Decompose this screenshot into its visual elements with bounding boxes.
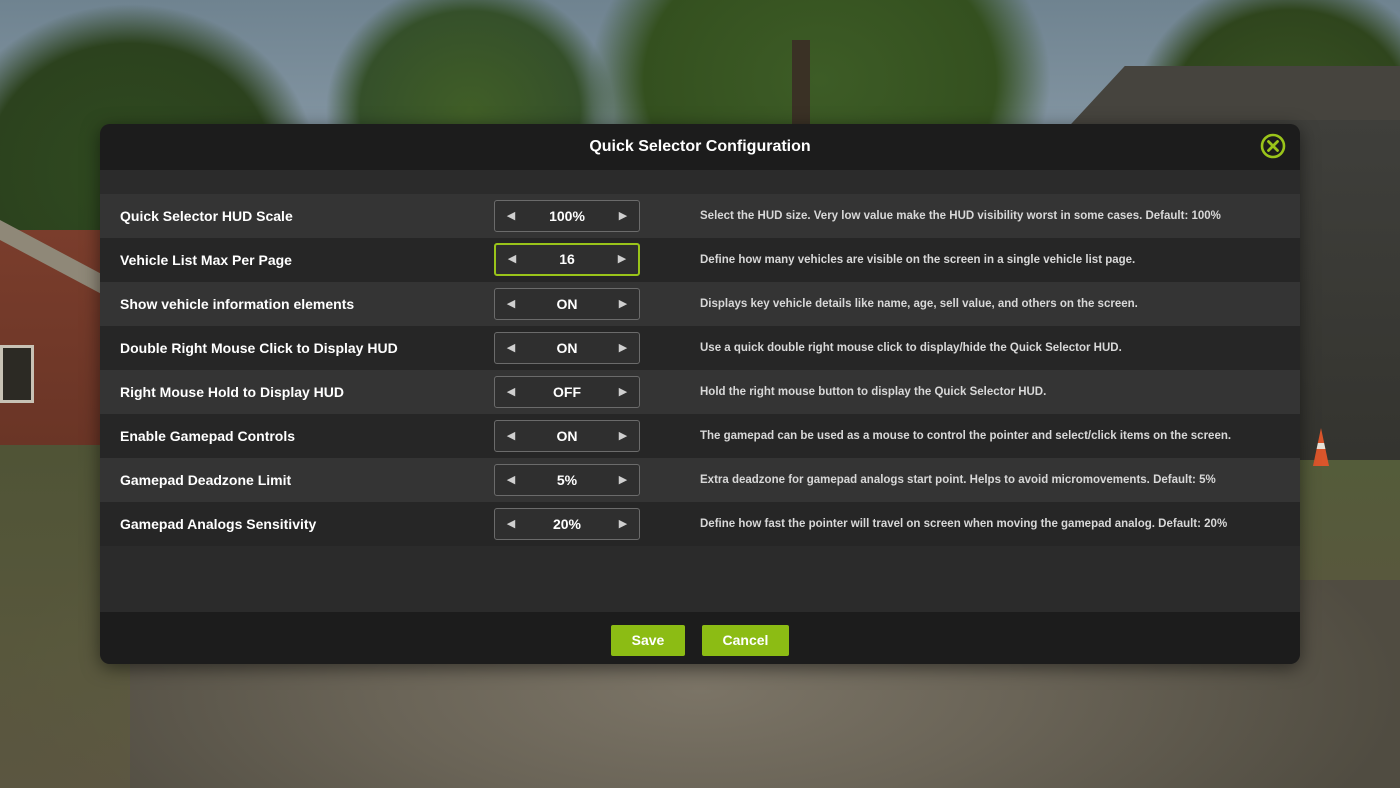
settings-row: Double Right Mouse Click to Display HUD ◀… [100, 326, 1300, 370]
setting-label: Double Right Mouse Click to Display HUD [120, 340, 398, 356]
value-selector[interactable]: ◀ 100% ▶ [494, 200, 640, 232]
settings-row: Quick Selector HUD Scale ◀ 100% ▶ Select the… [100, 194, 1300, 238]
arrow-left-icon[interactable]: ◀ [497, 333, 525, 363]
setting-description: Extra deadzone for gamepad analogs start… [700, 474, 1216, 486]
settings-list: Quick Selector HUD Scale ◀ 100% ▶ Select the… [100, 194, 1300, 546]
value-selector[interactable]: ◀ ON ▶ [494, 288, 640, 320]
value-selector[interactable]: ◀ OFF ▶ [494, 376, 640, 408]
config-dialog: Quick Selector Configuration Quick Selec… [100, 124, 1300, 664]
dialog-title: Quick Selector Configuration [589, 138, 811, 155]
setting-description: Define how many vehicles are visible on … [700, 254, 1136, 266]
selector-value: 20% [552, 516, 582, 532]
arrow-right-icon[interactable]: ▶ [608, 245, 636, 275]
arrow-right-icon[interactable]: ▶ [609, 421, 637, 451]
settings-row: Gamepad Deadzone Limit ◀ 5% ▶ Extra deadzone… [100, 458, 1300, 502]
selector-value: ON [556, 340, 578, 356]
value-selector[interactable]: ◀ ON ▶ [494, 332, 640, 364]
close-circle-icon [1260, 133, 1286, 159]
setting-label: Gamepad Analogs Sensitivity [120, 516, 317, 532]
setting-label: Gamepad Deadzone Limit [120, 472, 292, 488]
setting-description: Displays key vehicle details like name, … [700, 298, 1138, 310]
selector-value: ON [556, 428, 578, 444]
setting-description: Hold the right mouse button to display t… [700, 386, 1047, 398]
settings-row: Vehicle List Max Per Page ◀ 16 ▶ Define how … [100, 238, 1300, 282]
grass-patch-right [1290, 460, 1400, 580]
dialog-footer: Save Cancel [100, 612, 1300, 664]
value-selector[interactable]: ◀ 20% ▶ [494, 508, 640, 540]
value-selector[interactable]: ◀ 16 ▶ [494, 243, 640, 276]
settings-row: Show vehicle information elements ◀ ON ▶ Dis… [100, 282, 1300, 326]
settings-row: Right Mouse Hold to Display HUD ◀ OFF ▶ Hold… [100, 370, 1300, 414]
barn-window [0, 345, 34, 403]
settings-row: Gamepad Analogs Sensitivity ◀ 20% ▶ Define h… [100, 502, 1300, 546]
selector-value: 100% [549, 208, 585, 224]
close-button[interactable] [1260, 133, 1286, 159]
settings-row: Enable Gamepad Controls ◀ ON ▶ The gamepad c… [100, 414, 1300, 458]
value-selector[interactable]: ◀ 5% ▶ [494, 464, 640, 496]
setting-label: Right Mouse Hold to Display HUD [120, 384, 344, 400]
arrow-right-icon[interactable]: ▶ [609, 377, 637, 407]
selector-value: 5% [556, 472, 578, 488]
arrow-right-icon[interactable]: ▶ [609, 201, 637, 231]
arrow-left-icon[interactable]: ◀ [497, 377, 525, 407]
setting-description: Define how fast the pointer will travel … [700, 518, 1228, 530]
selector-value: 16 [559, 251, 575, 267]
setting-label: Vehicle List Max Per Page [120, 252, 292, 268]
arrow-right-icon[interactable]: ▶ [609, 289, 637, 319]
setting-description: The gamepad can be used as a mouse to co… [700, 430, 1232, 442]
arrow-left-icon[interactable]: ◀ [497, 201, 525, 231]
selector-value: OFF [553, 384, 581, 400]
selector-value: ON [556, 296, 578, 312]
arrow-left-icon[interactable]: ◀ [497, 509, 525, 539]
cancel-button[interactable]: Cancel [702, 625, 789, 656]
value-selector[interactable]: ◀ ON ▶ [494, 420, 640, 452]
setting-label: Show vehicle information elements [120, 296, 355, 312]
arrow-left-icon[interactable]: ◀ [497, 421, 525, 451]
setting-description: Select the HUD size. Very low value make… [700, 210, 1221, 222]
setting-description: Use a quick double right mouse click to … [700, 342, 1122, 354]
arrow-left-icon[interactable]: ◀ [498, 245, 526, 275]
save-button[interactable]: Save [611, 625, 685, 656]
arrow-right-icon[interactable]: ▶ [609, 465, 637, 495]
arrow-left-icon[interactable]: ◀ [497, 289, 525, 319]
arrow-right-icon[interactable]: ▶ [609, 509, 637, 539]
arrow-right-icon[interactable]: ▶ [609, 333, 637, 363]
setting-label: Quick Selector HUD Scale [120, 208, 293, 224]
setting-label: Enable Gamepad Controls [120, 428, 296, 444]
arrow-left-icon[interactable]: ◀ [497, 465, 525, 495]
dialog-header: Quick Selector Configuration [100, 124, 1300, 170]
